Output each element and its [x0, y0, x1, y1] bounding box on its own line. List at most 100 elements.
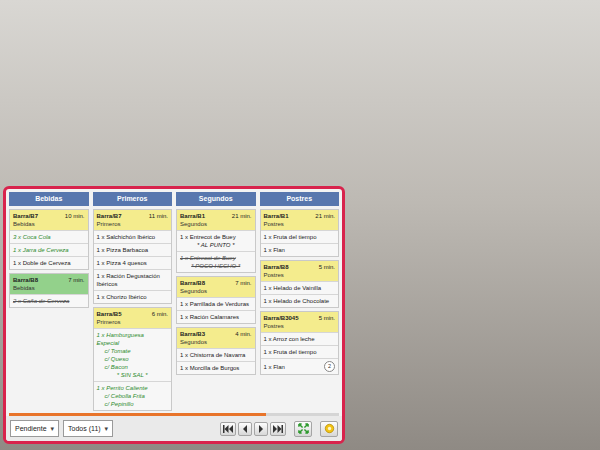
order-time: 11 min.	[149, 212, 168, 220]
order-time: 5 min.	[319, 263, 335, 271]
order-card[interactable]: Barra/B85 min.Postres 1 x Helado de Vaini…	[260, 260, 340, 308]
gear-icon	[324, 423, 335, 434]
order-card[interactable]: Barra/B711 min.Primeros 1 x Salchichón Ib…	[93, 209, 173, 304]
order-time: 4 min.	[235, 330, 251, 338]
column-header: Postres	[260, 192, 340, 206]
item-text: 1 x Entrecot de Buey	[180, 233, 236, 241]
toolbar: Pendiente▾Todos (11)▾	[6, 416, 342, 441]
order-card[interactable]: Barra/B34 min.Segundos1 x Chistorra de N…	[176, 327, 256, 375]
order-item[interactable]: 2 x Caña de Cerveza	[10, 294, 88, 307]
item-text: 1 x Helado de Vainilla	[264, 284, 322, 292]
column-header: Segundos	[176, 192, 256, 206]
item-text: 1 x Helado de Chocolate	[264, 297, 330, 305]
order-card[interactable]: Barra/B1 21 min.Segundos 1 x Entrecot de B…	[176, 209, 256, 273]
order-card[interactable]: Barra/B8 7 min.Bebidas 2 x Caña de Cerveza	[9, 273, 89, 308]
order-time: 7 min.	[235, 279, 251, 287]
order-header[interactable]: Barra/B711 min.Primeros	[94, 210, 172, 230]
order-course: Postres	[264, 220, 336, 228]
order-time: 21 min.	[232, 212, 252, 220]
order-item[interactable]: 1 x Hamburguesa Especialc/ Tomatec/ Ques…	[94, 328, 172, 381]
first-page-button[interactable]	[220, 422, 236, 436]
item-text: 3 x Coca Cola	[13, 233, 51, 241]
order-item[interactable]: 1 x Chistorra de Navarra	[177, 348, 255, 361]
previous-icon	[242, 425, 248, 433]
item-modifier: * AL PUNTO *	[180, 241, 252, 249]
order-card[interactable]: Barra/B87 min.Segundos1 x Parrillada de …	[176, 276, 256, 324]
order-header[interactable]: Barra/B121 min.Postres	[261, 210, 339, 230]
kitchen-display-panel: Bebidas Barra/B710 min.Bebidas 3 x Coca Co…	[3, 186, 345, 444]
order-course: Segundos	[180, 220, 252, 228]
order-item[interactable]: 1 x Helado de Chocolate	[261, 294, 339, 307]
order-card[interactable]: Barra/B121 min.Postres1 x Fruta del tiem…	[260, 209, 340, 257]
first-page-icon	[223, 425, 233, 433]
item-modifier: * POCO HECHO *	[180, 262, 252, 270]
order-header[interactable]: Barra/B8 7 min.Bebidas	[10, 274, 88, 294]
order-card[interactable]: Barra/B30455 min.Postres1 x Arroz con le…	[260, 311, 340, 375]
order-item[interactable]: 1 x Helado de Vainilla	[261, 281, 339, 294]
order-table: Barra/B1	[180, 212, 205, 220]
order-header[interactable]: Barra/B85 min.Postres	[261, 261, 339, 281]
order-item[interactable]: 1 x Ración Degustación Ibéricos	[94, 269, 172, 290]
order-item[interactable]: 1 x Pizza Barbacoa	[94, 243, 172, 256]
item-text: 1 x Doble de Cerveza	[13, 259, 71, 267]
order-header[interactable]: Barra/B1 21 min.Segundos	[177, 210, 255, 230]
item-text: 1 x Chorizo Ibérico	[97, 293, 147, 301]
order-course: Postres	[264, 271, 336, 279]
order-item[interactable]: 1 x Perrito Calientec/ Cebolla Fritac/ P…	[94, 381, 172, 410]
screen: Bebidas Barra/B710 min.Bebidas 3 x Coca Co…	[0, 0, 600, 450]
order-item[interactable]: 1 x Ración Calamares	[177, 310, 255, 323]
order-course: Bebidas	[13, 284, 85, 292]
dropdown-arrow: ▾	[51, 424, 55, 433]
order-item[interactable]: 1 x Fruta del tiempo	[261, 345, 339, 358]
order-item[interactable]: 1 x Salchichón Ibérico	[94, 230, 172, 243]
item-text: 1 x Entrecot de Buey	[180, 254, 236, 262]
order-header[interactable]: Barra/B30455 min.Postres	[261, 312, 339, 332]
course-column: Bebidas Barra/B710 min.Bebidas 3 x Coca Co…	[9, 192, 89, 308]
next-button[interactable]	[254, 422, 268, 436]
item-text: 1 x Ración Degustación Ibéricos	[97, 272, 169, 288]
order-time: 7 min.	[68, 276, 84, 284]
item-text: 1 x Salchichón Ibérico	[97, 233, 156, 241]
last-page-icon	[273, 425, 283, 433]
item-text: 1 x Jarra de Cerveza	[13, 246, 69, 254]
order-course: Segundos	[180, 338, 252, 346]
dropdown-arrow: ▾	[105, 424, 109, 433]
status-filter-dropdown[interactable]: Pendiente ▾	[10, 420, 59, 437]
course-column: Primeros Barra/B711 min.Primeros 1 x Salch…	[93, 192, 173, 411]
order-item[interactable]: 1 x Pizza 4 quesos	[94, 256, 172, 269]
order-item[interactable]: 1 x Morcilla de Burgos	[177, 361, 255, 374]
order-course: Primeros	[97, 318, 169, 326]
expand-arrows-icon	[298, 423, 309, 434]
order-header[interactable]: Barra/B87 min.Segundos	[177, 277, 255, 297]
previous-button[interactable]	[238, 422, 252, 436]
item-text: 1 x Flan	[264, 363, 285, 371]
next-icon	[258, 425, 264, 433]
dropdown-label: Pendiente	[15, 424, 47, 433]
expand-button[interactable]	[294, 421, 312, 437]
settings-button[interactable]	[320, 421, 338, 437]
order-card[interactable]: Barra/B56 min.Primeros1 x Hamburguesa Es…	[93, 307, 173, 411]
item-text: 1 x Morcilla de Burgos	[180, 364, 239, 372]
item-modifier: c/ Cebolla Frita	[97, 392, 169, 400]
order-header[interactable]: Barra/B34 min.Segundos	[177, 328, 255, 348]
order-item[interactable]: 1 x Arroz con leche	[261, 332, 339, 345]
order-table: Barra/B8	[13, 276, 38, 284]
order-item[interactable]: 1 x Doble de Cerveza	[10, 256, 88, 269]
order-header[interactable]: Barra/B56 min.Primeros	[94, 308, 172, 328]
order-item[interactable]: 3 x Coca Cola	[10, 230, 88, 243]
order-item[interactable]: 1 x Flan2	[261, 358, 339, 374]
order-item[interactable]: 1 x Jarra de Cerveza	[10, 243, 88, 256]
order-item[interactable]: 1 x Flan	[261, 243, 339, 256]
item-text: 1 x Fruta del tiempo	[264, 348, 317, 356]
order-item[interactable]: 1 x Parrillada de Verduras	[177, 297, 255, 310]
count-filter-dropdown[interactable]: Todos (11)▾	[63, 420, 113, 437]
order-header[interactable]: Barra/B710 min.Bebidas	[10, 210, 88, 230]
last-page-button[interactable]	[270, 422, 286, 436]
course-column: SegundosBarra/B121 min.Segundos1 x Entre…	[176, 192, 256, 375]
order-item[interactable]: 1 x Chorizo Ibérico	[94, 290, 172, 303]
order-item[interactable]: 1 x Entrecot de Buey* POCO HECHO *	[177, 251, 255, 272]
order-card[interactable]: Barra/B710 min.Bebidas 3 x Coca Cola 1 x J…	[9, 209, 89, 270]
column-header: Bebidas	[9, 192, 89, 206]
order-item[interactable]: 1 x Entrecot de Buey* AL PUNTO *	[177, 230, 255, 251]
order-item[interactable]: 1 x Fruta del tiempo	[261, 230, 339, 243]
